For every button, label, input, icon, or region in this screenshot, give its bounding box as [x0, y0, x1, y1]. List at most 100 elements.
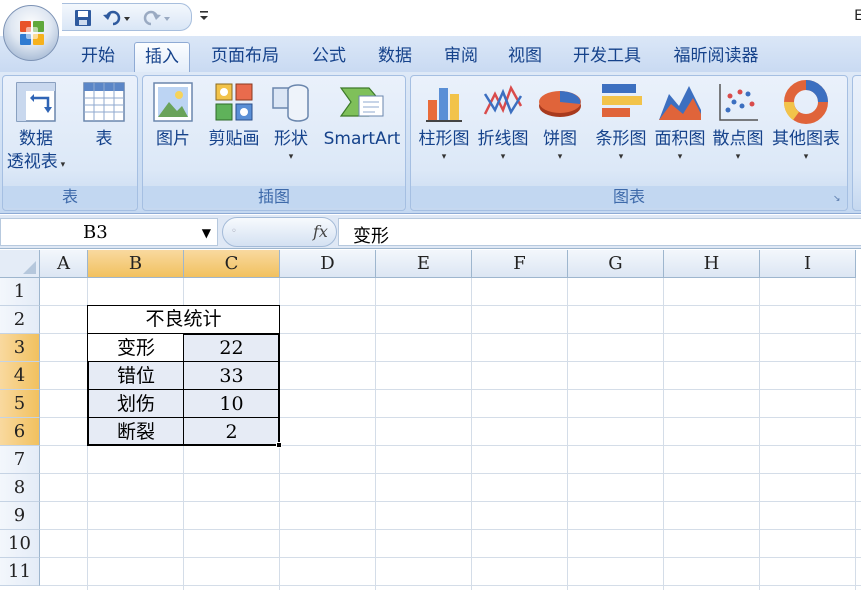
column-header-g[interactable]: G [568, 250, 664, 278]
office-button[interactable] [3, 5, 59, 61]
smartart-label: SmartArt [323, 129, 401, 149]
picture-label: 图片 [156, 129, 190, 149]
table-label: 表 [95, 129, 113, 149]
column-chart-button[interactable]: 柱形图 ▾ [415, 80, 473, 163]
cell-b5[interactable]: 划伤 [88, 390, 184, 418]
save-icon [75, 10, 91, 26]
cell-c5[interactable]: 10 [184, 390, 279, 418]
save-button[interactable] [72, 8, 94, 28]
group-charts-label: 图表 [411, 186, 847, 208]
row-header-5[interactable]: 5 [0, 390, 40, 418]
gridline [855, 278, 856, 590]
charts-dialog-launcher-icon[interactable]: ↘ [833, 194, 843, 204]
column-header-a[interactable]: A [40, 250, 88, 278]
tab-formulas[interactable]: 公式 [300, 42, 358, 72]
smartart-button[interactable]: SmartArt [319, 80, 405, 151]
tab-page-layout[interactable]: 页面布局 [200, 42, 290, 72]
cell-c6[interactable]: 2 [184, 418, 279, 446]
tab-view[interactable]: 视图 [496, 42, 554, 72]
row-header-7[interactable]: 7 [0, 446, 40, 474]
tab-insert[interactable]: 插入 [134, 42, 190, 72]
undo-button[interactable] [100, 8, 134, 28]
tab-developer[interactable]: 开发工具 [562, 42, 652, 72]
gridline [40, 557, 861, 558]
column-header-b[interactable]: B [88, 250, 184, 278]
formula-input[interactable]: 变形 [338, 218, 861, 247]
picture-button[interactable]: 图片 [147, 80, 199, 151]
row-header-4[interactable]: 4 [0, 362, 40, 390]
line-chart-icon [483, 84, 523, 115]
worksheet-grid[interactable]: A B C D E F G H I 1 2 3 4 5 6 7 8 9 10 1… [0, 250, 861, 590]
bar-chart-icon [602, 84, 642, 117]
area-chart-button[interactable]: 面积图 ▾ [651, 80, 709, 163]
pivot-table-button[interactable]: 数据 透视表 ▾ [5, 80, 67, 177]
table-button[interactable]: 表 [73, 80, 135, 151]
scatter-chart-label: 散点图 [712, 129, 764, 149]
cell-b4[interactable]: 错位 [88, 362, 184, 390]
scatter-chart-dropdown-icon: ▾ [735, 152, 741, 162]
tab-review[interactable]: 审阅 [432, 42, 490, 72]
group-tables-label: 表 [3, 186, 137, 208]
row-header-10[interactable]: 10 [0, 530, 40, 558]
area-chart-label: 面积图 [654, 129, 706, 149]
ribbon-tab-bar: 开始 插入 页面布局 公式 数据 审阅 视图 开发工具 福昕阅读器 [0, 36, 861, 72]
gridline [375, 278, 376, 590]
bar-chart-button[interactable]: 条形图 ▾ [591, 80, 651, 163]
group-illustrations-label: 插图 [143, 186, 405, 208]
group-overflow [852, 75, 861, 211]
pie-chart-label: 饼图 [543, 129, 577, 149]
tab-foxit-reader[interactable]: 福昕阅读器 [662, 42, 770, 72]
column-header-i[interactable]: I [760, 250, 856, 278]
gridline [663, 278, 664, 590]
shapes-button[interactable]: 形状 ▾ [267, 80, 315, 163]
cell-b2-merged-title[interactable]: 不良统计 [87, 305, 280, 334]
tab-data[interactable]: 数据 [366, 42, 424, 72]
tab-home[interactable]: 开始 [70, 42, 126, 72]
row-header-3[interactable]: 3 [0, 334, 40, 362]
column-header-f[interactable]: F [472, 250, 568, 278]
column-header-c[interactable]: C [184, 250, 280, 278]
pie-chart-button[interactable]: 饼图 ▾ [535, 80, 585, 163]
table-icon [83, 82, 125, 122]
bar-chart-dropdown-icon: ▾ [618, 152, 624, 162]
resize-handle-icon[interactable]: ◦ [231, 226, 237, 237]
pie-chart-dropdown-icon: ▾ [557, 152, 563, 162]
clipart-button[interactable]: 剪贴画 [203, 80, 265, 151]
fill-handle[interactable] [276, 442, 282, 448]
row-header-11[interactable]: 11 [0, 558, 40, 586]
group-tables: 数据 透视表 ▾ 表 表 [2, 75, 138, 211]
select-all-button[interactable] [0, 250, 40, 278]
group-charts: 柱形图 ▾ 折线图 ▾ 饼图 ▾ 条形图 ▾ 面积图 ▾ 散点图 ▾ 其他图表 … [410, 75, 848, 211]
column-header-d[interactable]: D [280, 250, 376, 278]
row-header-6[interactable]: 6 [0, 418, 40, 446]
scatter-chart-button[interactable]: 散点图 ▾ [709, 80, 767, 163]
line-chart-label: 折线图 [477, 129, 529, 149]
other-charts-button[interactable]: 其他图表 ▾ [767, 80, 845, 163]
column-header-e[interactable]: E [376, 250, 472, 278]
area-chart-dropdown-icon: ▾ [677, 152, 683, 162]
cell-b3[interactable]: 变形 [88, 334, 184, 362]
redo-icon [143, 10, 170, 26]
formula-bar: B3 ▼ ◦ fx 变形 [0, 215, 861, 249]
name-box[interactable]: B3 ▼ [0, 218, 218, 246]
scatter-chart-icon [719, 84, 758, 121]
shapes-label: 形状 [274, 129, 308, 149]
column-header-h[interactable]: H [664, 250, 760, 278]
other-charts-dropdown-icon: ▾ [803, 152, 809, 162]
gridline [40, 529, 861, 530]
cell-border [183, 334, 184, 445]
row-header-9[interactable]: 9 [0, 502, 40, 530]
gridline [471, 278, 472, 590]
row-header-1[interactable]: 1 [0, 278, 40, 306]
row-header-8[interactable]: 8 [0, 474, 40, 502]
cell-b6[interactable]: 断裂 [88, 418, 184, 446]
cell-c3[interactable]: 22 [184, 334, 279, 362]
redo-button[interactable] [140, 8, 174, 28]
row-header-2[interactable]: 2 [0, 306, 40, 334]
gridline [567, 278, 568, 590]
insert-function-button[interactable]: fx [313, 222, 328, 241]
name-box-dropdown-icon[interactable]: ▼ [202, 226, 211, 240]
customize-toolbar-icon[interactable] [198, 9, 210, 23]
cell-c4[interactable]: 33 [184, 362, 279, 390]
line-chart-button[interactable]: 折线图 ▾ [473, 80, 533, 163]
